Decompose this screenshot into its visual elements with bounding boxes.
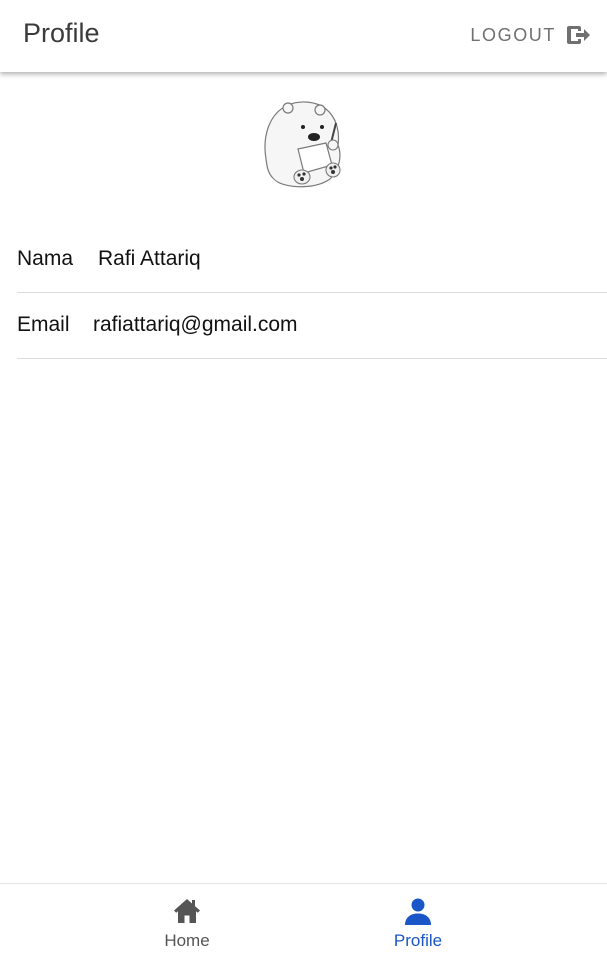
nav-item-profile[interactable]: Profile [318, 884, 518, 958]
profile-screen: Profile LOGOUT Nama Rafi Attariq Email r… [0, 0, 607, 958]
profile-row-name: Nama Rafi Attariq [17, 227, 607, 293]
nav-label-profile: Profile [393, 931, 443, 950]
logout-button[interactable]: LOGOUT [470, 22, 591, 48]
person-icon [405, 898, 431, 925]
profile-row-email: Email rafiattariq@gmail.com [17, 293, 607, 359]
logout-label: LOGOUT [470, 24, 556, 45]
bear-drawing-avatar-icon [258, 99, 350, 191]
email-value: rafiattariq@gmail.com [93, 313, 298, 336]
home-icon [174, 899, 200, 923]
page-title: Profile [23, 18, 100, 48]
bottom-navigation: Home Profile [0, 883, 607, 958]
nav-label-home: Home [164, 931, 210, 950]
email-label: Email [17, 313, 70, 336]
top-app-bar: Profile LOGOUT [0, 0, 607, 72]
name-label: Nama [17, 247, 74, 270]
name-value: Rafi Attariq [98, 247, 201, 270]
profile-avatar [258, 99, 350, 191]
nav-item-home[interactable]: Home [87, 884, 287, 958]
logout-icon [567, 26, 590, 44]
